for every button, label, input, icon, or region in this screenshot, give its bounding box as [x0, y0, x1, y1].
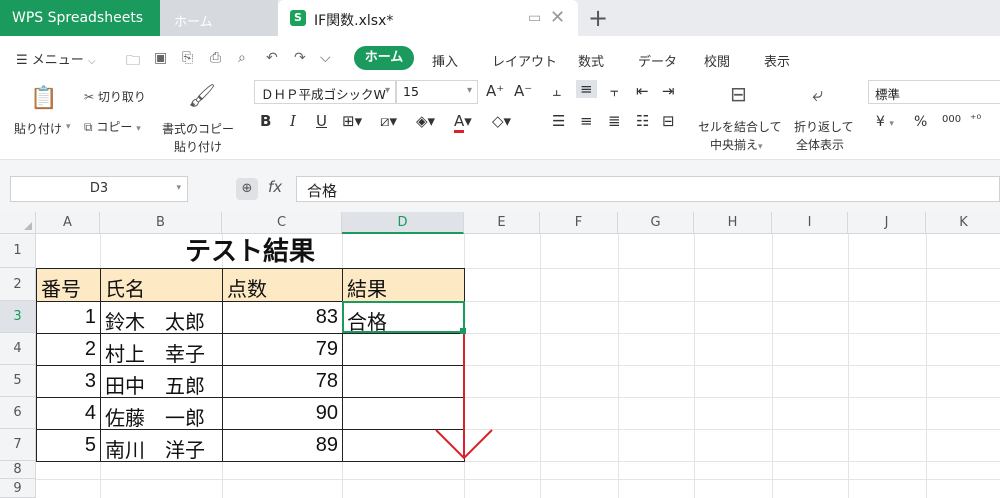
tab-home[interactable]: ホーム	[354, 46, 414, 70]
print-icon[interactable]: ⎙	[210, 50, 221, 66]
wrap-text-icon[interactable]: ⤶	[812, 82, 823, 106]
drag-down-arrow-icon	[435, 334, 493, 460]
percent-button[interactable]: %	[914, 114, 927, 130]
copy-button[interactable]: ⧉ コピー ▾	[84, 118, 141, 135]
spreadsheet-grid[interactable]: A B C D E F G H I J K 1 2 3 4 5 6 7 8 9 …	[0, 212, 1000, 498]
cell-style-icon[interactable]: ⧄▾	[380, 112, 397, 130]
tab-formulas[interactable]: 数式	[578, 51, 604, 70]
file-tab-label: IF関数.xlsx*	[314, 13, 394, 29]
close-icon[interactable]: ✕	[550, 7, 565, 28]
align-middle-icon[interactable]: ≡	[576, 80, 597, 98]
align-left-icon[interactable]: ☰	[552, 112, 565, 130]
merge-center-label1[interactable]: セルを結合して	[698, 118, 782, 135]
borders-icon[interactable]: ⊞▾	[342, 112, 362, 130]
number-format-select[interactable]: 標準	[868, 80, 1000, 104]
tab-view[interactable]: 表示	[764, 51, 790, 70]
merge-dropdown-icon: ▾	[758, 142, 763, 152]
export-pdf-icon[interactable]: ⎘	[182, 50, 193, 66]
currency-label: ¥	[876, 114, 885, 130]
menu-button[interactable]: ☰ メニュー ⌵	[16, 49, 96, 68]
formula-input[interactable]: 合格	[296, 176, 1000, 202]
italic-button[interactable]: I	[290, 112, 296, 130]
thousands-button[interactable]: 000	[942, 114, 961, 125]
paste-dropdown-icon[interactable]: ▾	[66, 122, 71, 132]
format-painter-label2[interactable]: 貼り付け	[174, 138, 222, 155]
underline-button[interactable]: U	[316, 112, 327, 130]
copy-label: コピー	[96, 120, 133, 134]
merge-center-label2-text: 中央揃え	[710, 138, 759, 152]
name-box-dropdown-icon: ▾	[176, 183, 181, 193]
name-box[interactable]: D3 ▾	[10, 176, 188, 202]
name-box-value: D3	[89, 181, 109, 196]
format-painter-label1[interactable]: 書式のコピー	[162, 120, 234, 137]
align-top-icon[interactable]: ⫠	[552, 82, 561, 100]
font-name-select[interactable]: ＤＨＰ平成ゴシックW ▾	[254, 80, 396, 104]
wrap-text-label1[interactable]: 折り返して	[794, 118, 854, 135]
currency-dropdown-icon: ▾	[889, 119, 894, 129]
tab-insert[interactable]: 挿入	[432, 51, 458, 70]
open-folder-icon[interactable]: 🗀	[126, 50, 140, 74]
font-name-value: ＤＨＰ平成ゴシックW	[261, 87, 386, 102]
spreadsheet-file-icon: S	[290, 10, 306, 26]
fill-color-icon[interactable]: ◈▾	[416, 112, 435, 130]
bold-button[interactable]: B	[260, 112, 271, 130]
scissors-icon: ✂	[84, 90, 95, 104]
undo-icon[interactable]: ↶	[266, 50, 278, 66]
font-size-dropdown-icon: ▾	[466, 85, 472, 96]
cut-label: 切り取り	[97, 90, 146, 104]
wrap-text-label2[interactable]: 全体表示	[796, 136, 844, 153]
merge-center-label2[interactable]: 中央揃え▾	[710, 136, 763, 153]
copy-dropdown-icon: ▾	[136, 124, 141, 134]
format-painter-icon[interactable]: 🖌	[188, 84, 216, 109]
increase-font-icon[interactable]: A⁺	[486, 82, 504, 100]
print-preview-icon[interactable]: ⌕	[238, 50, 246, 66]
title-bar: WPS Spreadsheets ホーム S IF関数.xlsx* ▭ ✕ +	[0, 0, 1000, 36]
new-tab-button[interactable]: +	[588, 4, 608, 32]
paste-button[interactable]: 貼り付け	[14, 120, 62, 137]
font-name-dropdown-icon: ▾	[384, 85, 390, 96]
justify-icon[interactable]: ☷	[636, 112, 649, 130]
hamburger-icon: ☰	[16, 53, 28, 68]
currency-button[interactable]: ¥ ▾	[876, 114, 894, 130]
decrease-font-icon[interactable]: A⁻	[514, 82, 532, 100]
save-icon[interactable]: ▣	[154, 50, 167, 66]
tab-review[interactable]: 校閲	[704, 51, 730, 70]
file-tab[interactable]: S IF関数.xlsx* ▭ ✕	[278, 0, 578, 36]
font-color-icon[interactable]: A▾	[454, 112, 472, 133]
home-tab[interactable]: ホーム	[160, 0, 278, 36]
indent-decrease-icon[interactable]: ⇤	[636, 82, 649, 100]
clear-format-icon[interactable]: ◇▾	[492, 112, 511, 130]
font-size-value: 15	[403, 84, 419, 99]
zoom-search-icon[interactable]: ⊕	[236, 178, 258, 200]
copy-icon: ⧉	[84, 120, 93, 134]
menu-label: メニュー	[31, 53, 84, 68]
redo-icon[interactable]: ↷	[294, 50, 306, 66]
decimal-increase-icon[interactable]: ⁺⁰	[970, 112, 981, 126]
indent-increase-icon[interactable]: ⇥	[662, 82, 675, 100]
distributed-icon[interactable]: ⊟	[662, 112, 675, 130]
tab-layout[interactable]: レイアウト	[492, 51, 557, 70]
ribbon: ☰ メニュー ⌵ 🗀 ▣ ⎘ ⎙ ⌕ ↶ ↷ ⌵ ホーム 挿入 レイアウト 数式…	[0, 36, 1000, 160]
chevron-down-icon: ⌵	[87, 56, 96, 67]
paste-icon[interactable]: 📋	[30, 86, 57, 111]
tab-data[interactable]: データ	[638, 51, 677, 70]
formula-bar: D3 ▾ ⊕ fx 合格	[0, 160, 1000, 212]
fx-icon[interactable]: fx	[268, 178, 282, 196]
cut-button[interactable]: ✂ 切り取り	[84, 88, 146, 105]
align-bottom-icon[interactable]: ⫟	[610, 82, 619, 100]
merge-center-icon[interactable]: ⊟	[730, 82, 747, 106]
align-center-icon[interactable]: ≡	[580, 112, 593, 130]
app-tab[interactable]: WPS Spreadsheets	[0, 0, 160, 36]
align-right-icon[interactable]: ≣	[608, 112, 621, 130]
font-size-select[interactable]: 15 ▾	[396, 80, 478, 104]
window-pin-icon[interactable]: ▭	[528, 10, 541, 26]
menu-row: ☰ メニュー ⌵ 🗀 ▣ ⎘ ⎙ ⌕ ↶ ↷ ⌵ ホーム 挿入 レイアウト 数式…	[0, 44, 1000, 72]
more-chevron-icon[interactable]: ⌵	[320, 50, 331, 66]
